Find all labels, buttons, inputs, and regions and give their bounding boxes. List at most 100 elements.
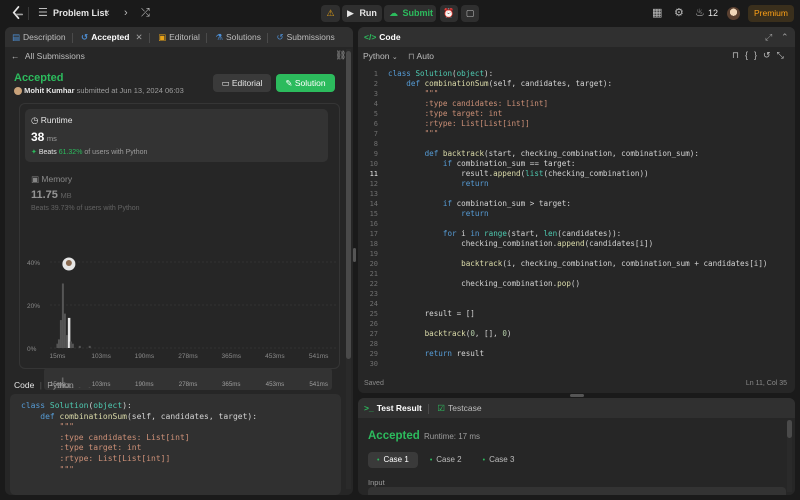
- code-line[interactable]: 24: [358, 299, 795, 309]
- line-number: 11: [369, 170, 378, 178]
- tab-editorial[interactable]: ▣ Editorial: [158, 27, 200, 47]
- reset-icon[interactable]: ↺: [763, 50, 777, 60]
- bookmark-icon[interactable]: ⊓: [732, 50, 745, 60]
- case-tab[interactable]: • Case 3: [474, 452, 524, 468]
- y-tick-label: 0%: [27, 346, 37, 353]
- tab-test-result[interactable]: >_ Test Result: [364, 398, 422, 418]
- x-tick-label: 103ms: [91, 353, 111, 360]
- premium-button[interactable]: Premium: [748, 5, 794, 22]
- result-scrollbar[interactable]: [787, 420, 792, 492]
- tab-code[interactable]: </> Code: [364, 27, 401, 47]
- left-scrollbar[interactable]: [346, 49, 351, 489]
- code-line[interactable]: 28: [358, 339, 795, 349]
- code-line[interactable]: 8: [358, 139, 795, 149]
- code-line[interactable]: 4 :type candidates: List[int]: [358, 99, 795, 109]
- fullscreen-icon[interactable]: ⤡: [777, 50, 790, 60]
- code-line[interactable]: 17 for i in range(start, len(candidates)…: [358, 229, 795, 239]
- code-line[interactable]: 2 def combinationSum(self, candidates, t…: [358, 79, 795, 89]
- format-braces-icon[interactable]: {}: [745, 50, 763, 60]
- shuffle-icon[interactable]: ⤮: [141, 0, 150, 27]
- code-line[interactable]: 13: [358, 189, 795, 199]
- back-to-submissions[interactable]: ← All Submissions: [11, 51, 85, 61]
- notes-icon[interactable]: ▢: [461, 5, 479, 22]
- prev-problem-icon[interactable]: ‹: [106, 0, 110, 27]
- gear-icon[interactable]: ⚙: [674, 0, 684, 27]
- stopwatch-icon: ◷: [31, 115, 39, 125]
- logo-icon[interactable]: [10, 6, 25, 21]
- submit-button[interactable]: ☁ Submit: [384, 5, 436, 22]
- line-number: 21: [369, 270, 378, 278]
- code-line-text: for i in range(start, len(candidates)):: [442, 229, 622, 238]
- debug-button[interactable]: ⚠: [321, 5, 340, 22]
- code-line[interactable]: 25 result = []: [358, 309, 795, 319]
- checkbox-icon: ☑: [437, 403, 446, 413]
- code-line[interactable]: 27 backtrack(0, [], 0): [358, 329, 795, 339]
- code-line[interactable]: 14 if combination_sum > target:: [358, 199, 795, 209]
- line-number: 12: [369, 180, 378, 188]
- runtime-card[interactable]: ◷ Runtime 38 ms ✦ Beats 61.32% of users …: [25, 109, 328, 162]
- tab-accepted-label: Accepted: [91, 32, 130, 42]
- code-line[interactable]: 12 return: [358, 179, 795, 189]
- line-number: 25: [369, 310, 378, 318]
- tab-accepted[interactable]: ↺ Accepted ✕: [81, 27, 143, 47]
- collapse-icon[interactable]: ⌃: [781, 27, 789, 47]
- list-icon[interactable]: ☰: [38, 0, 48, 27]
- auto-mode-toggle[interactable]: ⊓ Auto: [408, 51, 434, 62]
- solution-button[interactable]: ✎ Solution: [276, 74, 335, 92]
- run-button[interactable]: ▶ Run: [342, 5, 382, 22]
- editor-resize-handle[interactable]: [570, 394, 584, 397]
- author-name[interactable]: Mohit Kumhar: [24, 86, 74, 95]
- code-line[interactable]: 11 result.append(list(checking_combinati…: [358, 169, 795, 179]
- code-line[interactable]: 23: [358, 289, 795, 299]
- code-line[interactable]: 3 """: [358, 89, 795, 99]
- language-select[interactable]: Python ⌄: [363, 51, 398, 61]
- code-line[interactable]: 26: [358, 319, 795, 329]
- editorial-button[interactable]: ▭ Editorial: [213, 74, 271, 92]
- line-number: 23: [369, 290, 378, 298]
- alarm-icon[interactable]: ⏰: [440, 5, 458, 22]
- code-line[interactable]: 6 :rtype: List[List[int]]: [358, 119, 795, 129]
- code-line[interactable]: 22 checking_combination.pop(): [358, 279, 795, 289]
- code-line[interactable]: 18 checking_combination.append(candidate…: [358, 239, 795, 249]
- expand-icon[interactable]: ⤢: [765, 27, 772, 47]
- close-icon[interactable]: ✕: [135, 27, 142, 47]
- runtime-distribution-chart[interactable]: 40% 20% 0% 15ms 103ms 190ms 278ms 365ms 453ms 541…: [20, 254, 341, 394]
- tab-solutions[interactable]: ⚗ Solutions: [215, 27, 261, 47]
- code-line[interactable]: 16: [358, 219, 795, 229]
- next-problem-icon[interactable]: ›: [124, 0, 128, 27]
- result-tab-bar: >_ Test Result ☑ Testcase: [358, 398, 795, 418]
- code-line[interactable]: 5 :type target: int: [358, 109, 795, 119]
- tab-description[interactable]: ▤ Description: [12, 27, 66, 47]
- code-line[interactable]: 29 return result: [358, 349, 795, 359]
- memory-card[interactable]: ▣ Memory 11.75 MB Beats 39.73% of users …: [25, 170, 328, 220]
- code-editor-panel: </> Code ⤢ ⌃ Python ⌄ ⊓ Auto ⊓{}↺⤡ 1 class…: [358, 27, 795, 393]
- line-number: 4: [373, 100, 378, 108]
- case-tab[interactable]: • Case 2: [421, 452, 471, 468]
- code-line[interactable]: 21: [358, 269, 795, 279]
- line-number: 18: [369, 240, 378, 248]
- case-tab[interactable]: • Case 1: [368, 452, 418, 468]
- layout-grid-icon[interactable]: ▦: [652, 0, 662, 27]
- code-line-text: if combination_sum == target:: [442, 159, 576, 168]
- code-line[interactable]: 10 if combination_sum == target:: [358, 159, 795, 169]
- code-line[interactable]: 1 class Solution(object):: [358, 69, 795, 79]
- streak-count: 12: [708, 8, 719, 18]
- code-line[interactable]: 15 return: [358, 209, 795, 219]
- code-line[interactable]: 30: [358, 359, 795, 369]
- avatar[interactable]: [727, 7, 740, 20]
- memory-chip-icon: ▣: [31, 174, 40, 184]
- code-line[interactable]: 19: [358, 249, 795, 259]
- line-number: 17: [369, 230, 378, 238]
- code-line[interactable]: 7 """: [358, 129, 795, 139]
- code-line-text: checking_combination.pop(): [388, 279, 581, 288]
- panel-resize-handle[interactable]: [353, 248, 356, 262]
- line-number: 28: [369, 340, 378, 348]
- code-editor[interactable]: 1 class Solution(object): 2 def combinatio…: [358, 69, 795, 369]
- problem-list-link[interactable]: Problem List: [53, 0, 108, 27]
- tab-submissions[interactable]: ↺ Submissions: [276, 27, 334, 47]
- code-line[interactable]: 9 def backtrack(start, checking_combinat…: [358, 149, 795, 159]
- streak-fire-icon[interactable]: ♨: [695, 0, 705, 27]
- tab-testcase[interactable]: ☑ Testcase: [437, 398, 481, 418]
- code-line[interactable]: 20 backtrack(i, checking_combination, co…: [358, 259, 795, 269]
- link-icon[interactable]: ⛓: [335, 50, 346, 61]
